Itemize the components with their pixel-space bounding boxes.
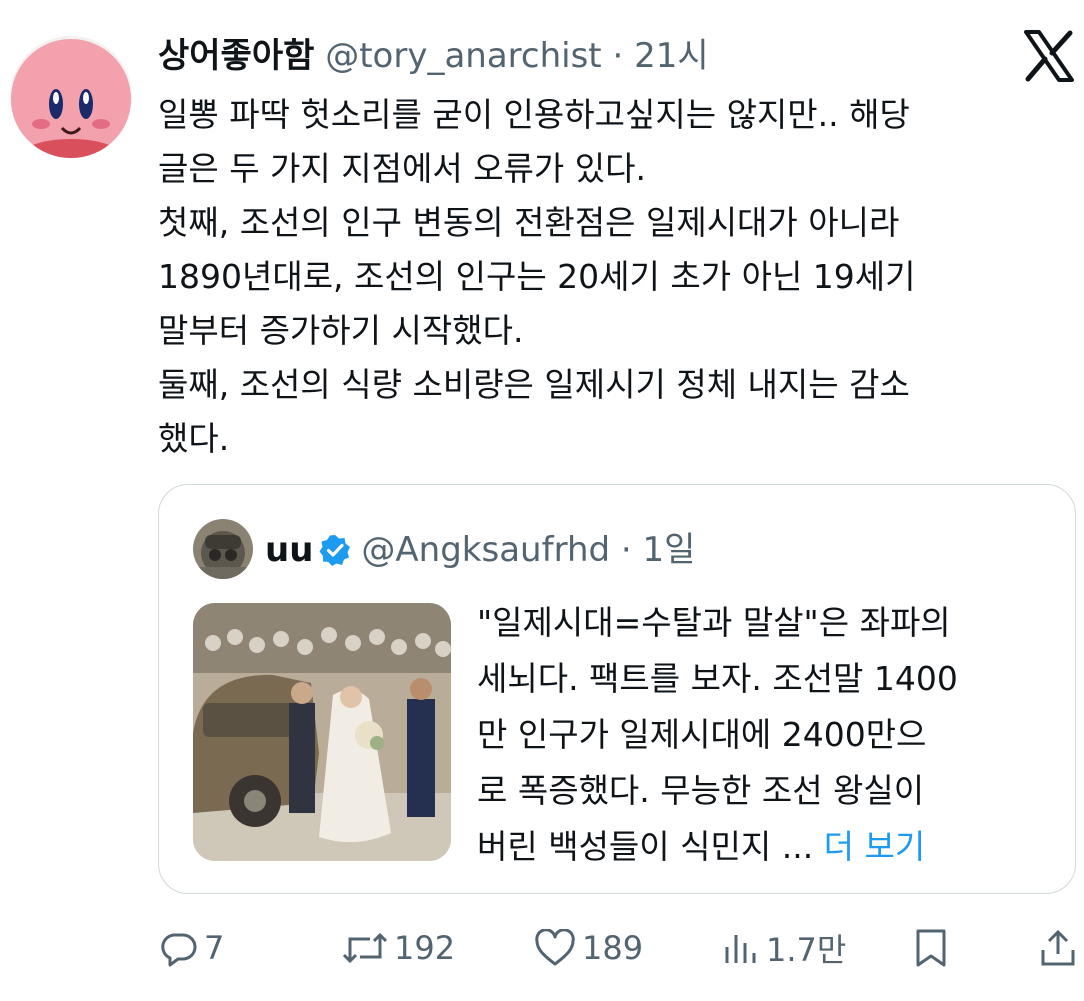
views-icon <box>722 929 760 967</box>
quoted-post-image[interactable] <box>193 603 451 861</box>
quoted-text-line: "일제시대=수탈과 말살"은 좌파의 <box>477 603 951 642</box>
author-avatar[interactable] <box>10 36 132 158</box>
post-text-line: 1890년대로, 조선의 인구는 20세기 초가 아닌 19세기 <box>158 257 916 296</box>
action-bar: 7 192 189 1.7만 <box>0 920 1084 976</box>
post-text-line: 일뽕 파딱 헛소리를 굳이 인용하고싶지는 않지만.. 해당 <box>158 95 910 134</box>
share-button[interactable] <box>1040 920 1076 976</box>
bookmark-icon <box>914 928 948 968</box>
reply-count: 7 <box>204 929 225 967</box>
repost-count: 192 <box>394 929 456 967</box>
bookmark-button[interactable] <box>914 920 948 976</box>
post-text-line: 첫째, 조선의 인구 변동의 전환점은 일제시대가 아니라 <box>158 203 900 242</box>
avatar-image <box>10 36 132 158</box>
quoted-author-name[interactable]: uu <box>265 530 313 570</box>
like-count: 189 <box>582 929 644 967</box>
show-more-link[interactable]: 더 보기 <box>824 827 926 866</box>
repost-icon <box>342 929 388 967</box>
post-text-line: 글은 두 가지 지점에서 오류가 있다. <box>158 149 646 188</box>
author-handle[interactable]: @tory_anarchist <box>325 36 601 76</box>
separator-dot: · <box>610 530 643 570</box>
heart-icon <box>534 929 576 967</box>
quoted-avatar-image <box>193 519 253 579</box>
quoted-text-last-line: 버린 백성들이 식민지 ... <box>477 827 824 866</box>
quoted-text-line: 로 폭증했다. 무능한 조선 왕실이 <box>477 771 925 810</box>
reply-icon <box>160 929 198 967</box>
post-header: 상어좋아함 @tory_anarchist · 21시 <box>158 32 964 80</box>
share-icon <box>1040 928 1076 968</box>
post-text: 일뽕 파딱 헛소리를 굳이 인용하고싶지는 않지만.. 해당 글은 두 가지 지… <box>158 88 1058 466</box>
quoted-post-header: uu @Angksaufrhd · 1일 <box>265 525 695 575</box>
quoted-text-line: 만 인구가 일제시대에 2400만으 <box>477 715 927 754</box>
wedding-photo-image <box>193 603 451 861</box>
views-count: 1.7만 <box>766 931 847 969</box>
quoted-author-handle[interactable]: @Angksaufrhd <box>361 530 610 570</box>
author-name[interactable]: 상어좋아함 <box>158 36 314 76</box>
post-text-line: 둘째, 조선의 식량 소비량은 일제시기 정체 내지는 감소 <box>158 365 910 404</box>
quoted-text-line: 세뇌다. 팩트를 보자. 조선말 1400 <box>477 659 958 698</box>
quoted-post-card[interactable]: uu @Angksaufrhd · 1일 "일제시대=수탈과 말살"은 좌파의 … <box>158 484 1076 894</box>
quoted-text-line: 버린 백성들이 식민지 ... 더 보기 <box>477 819 1067 875</box>
post-text-line: 했다. <box>158 419 230 458</box>
x-logo-icon <box>1024 30 1074 82</box>
quoted-author-avatar[interactable] <box>193 519 253 579</box>
repost-button[interactable]: 192 <box>342 920 455 976</box>
quoted-post-timestamp[interactable]: 1일 <box>643 530 696 570</box>
quoted-post-text: "일제시대=수탈과 말살"은 좌파의 세뇌다. 팩트를 보자. 조선말 1400… <box>477 595 1067 875</box>
like-button[interactable]: 189 <box>534 920 643 976</box>
post-timestamp[interactable]: 21시 <box>634 36 709 76</box>
separator-dot: · <box>601 36 635 76</box>
views-button[interactable]: 1.7만 <box>722 920 846 976</box>
reply-button[interactable]: 7 <box>160 920 224 976</box>
post-text-line: 말부터 증가하기 시작했다. <box>158 311 524 350</box>
verified-badge-icon <box>319 530 351 566</box>
